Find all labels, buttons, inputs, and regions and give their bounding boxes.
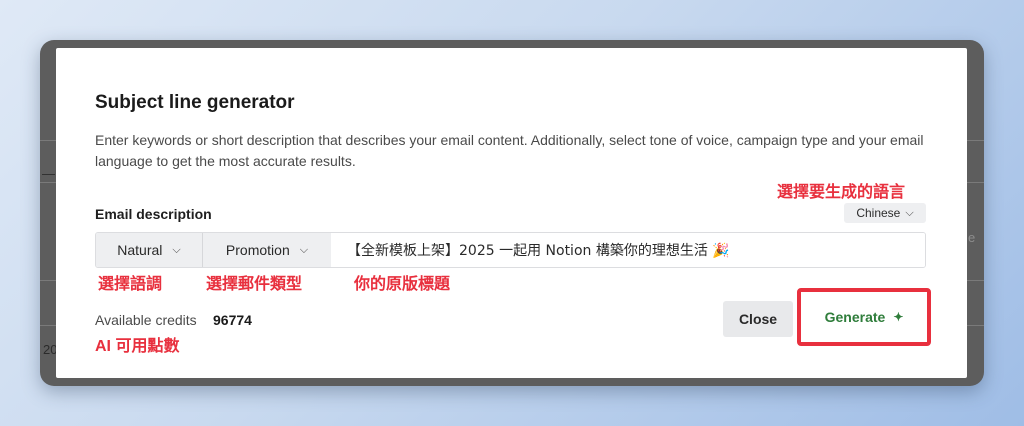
email-description-input-group: Natural ⌵ Promotion ⌵ [95,232,926,268]
subject-input[interactable] [331,233,925,267]
modal-description: Enter keywords or short description that… [95,132,924,169]
language-select[interactable]: Chinese ⌵ [844,203,926,223]
background-row-text: e [968,230,976,245]
language-select-value: Chinese [856,206,901,220]
chevron-down-icon: ⌵ [905,206,914,219]
campaign-type-select-value: Promotion [225,242,290,258]
annotation-type: 選擇郵件類型 [206,276,303,293]
annotation-tone: 選擇語調 [98,276,163,293]
annotation-credits: AI 可用點數 [95,338,180,355]
available-credits-label: Available credits [95,312,197,328]
generate-button-label: Generate [824,309,886,325]
annotation-language: 選擇要生成的語言 [777,184,906,201]
chevron-down-icon: ⌵ [299,243,309,256]
modal-title: Subject line generator [95,92,295,113]
sparkle-icon: ✦ [893,310,904,324]
email-description-label: Email description [95,206,212,222]
campaign-type-select[interactable]: Promotion ⌵ [203,233,331,267]
tone-select[interactable]: Natural ⌵ [96,233,203,267]
available-credits-value: 96774 [213,312,252,328]
generate-button[interactable]: Generate ✦ [807,299,921,335]
chevron-down-icon: ⌵ [172,243,181,256]
close-button[interactable]: Close [723,301,793,337]
tone-select-value: Natural [117,242,163,258]
subject-line-generator-modal: Subject line generator Enter keywords or… [56,48,967,378]
annotation-title: 你的原版標題 [354,276,451,293]
background-row-text: — [42,166,55,181]
